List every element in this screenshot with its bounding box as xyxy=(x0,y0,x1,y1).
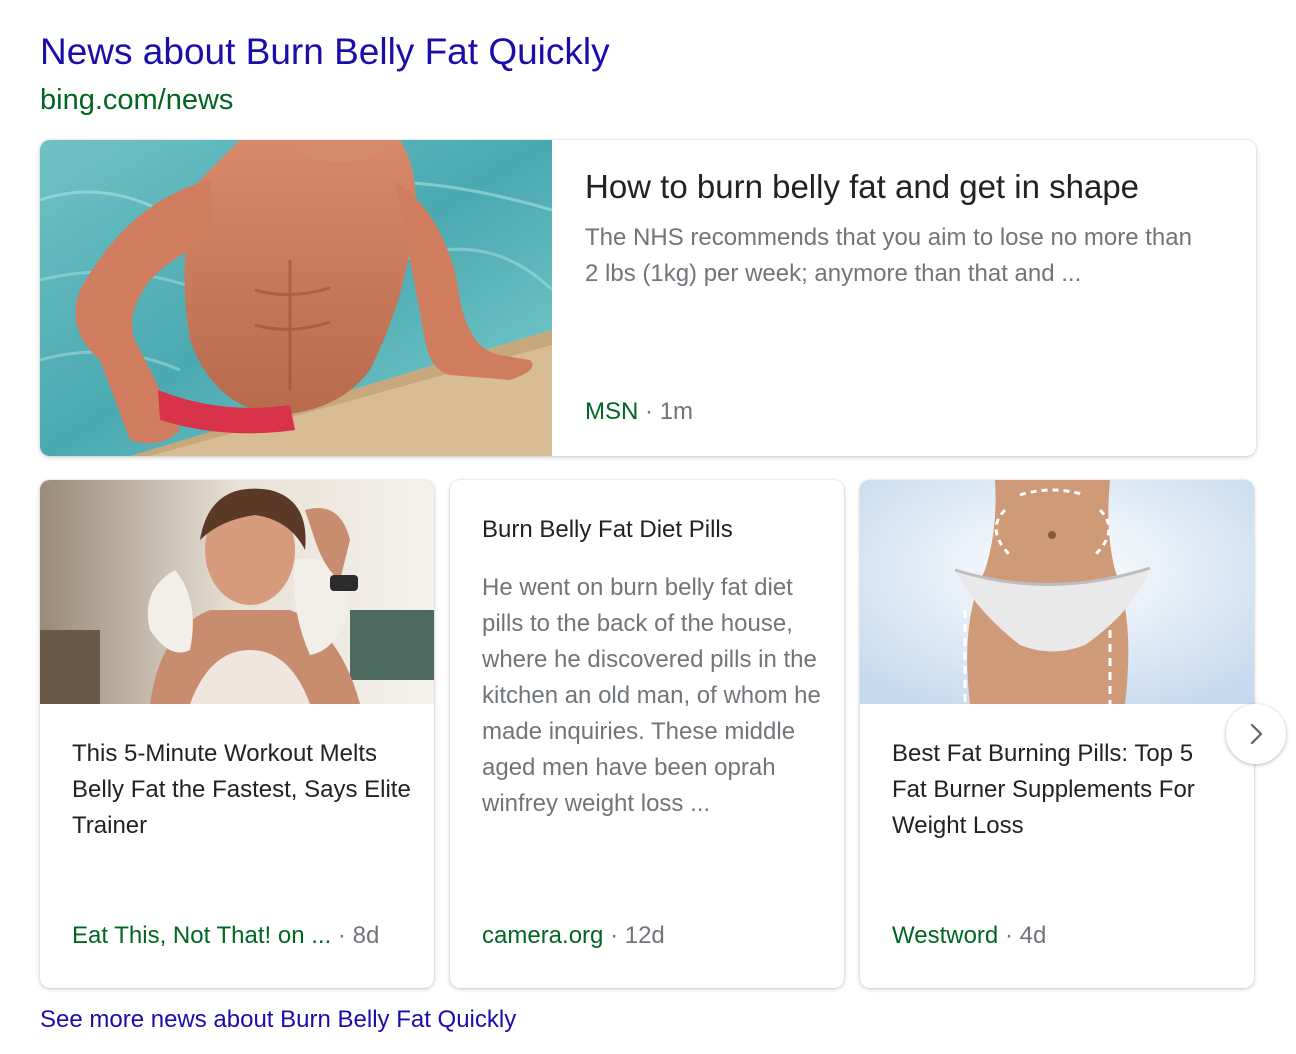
card-age: 8d xyxy=(352,922,380,949)
meta-separator: · xyxy=(1004,922,1013,949)
see-more-news-link[interactable]: See more news about Burn Belly Fat Quick… xyxy=(40,1004,516,1036)
card-meta: camera.org · 12d xyxy=(482,920,665,952)
news-card-workout[interactable]: This 5-Minute Workout Melts Belly Fat th… xyxy=(40,480,434,988)
card-meta: Eat This, Not That! on ... · 8d xyxy=(72,920,379,952)
card-title[interactable]: Best Fat Burning Pills: Top 5 Fat Burner… xyxy=(892,736,1232,844)
featured-title[interactable]: How to burn belly fat and get in shape xyxy=(585,166,1139,208)
news-card-fat-burner[interactable]: Best Fat Burning Pills: Top 5 Fat Burner… xyxy=(860,480,1254,988)
card-title[interactable]: Burn Belly Fat Diet Pills xyxy=(482,512,822,548)
featured-source: MSN xyxy=(585,398,639,425)
card-age: 12d xyxy=(624,922,665,949)
featured-age: 1m xyxy=(659,398,694,425)
meta-separator: · xyxy=(645,398,654,425)
card-age: 4d xyxy=(1019,922,1047,949)
card-meta: Westword · 4d xyxy=(892,920,1046,952)
waist-marked-photo[interactable] xyxy=(860,480,1254,704)
woman-towel-photo[interactable] xyxy=(40,480,434,704)
meta-separator: · xyxy=(337,922,346,949)
card-title[interactable]: This 5-Minute Workout Melts Belly Fat th… xyxy=(72,736,412,844)
news-carousel-section: News about Burn Belly Fat Quickly bing.c… xyxy=(0,0,1296,1054)
news-card-diet-pills[interactable]: Burn Belly Fat Diet Pills He went on bur… xyxy=(450,480,844,988)
card-source: Eat This, Not That! on ... xyxy=(72,922,332,949)
featured-snippet: The NHS recommends that you aim to lose … xyxy=(585,224,1192,287)
card-source: Westword xyxy=(892,922,999,949)
meta-separator: · xyxy=(610,922,619,949)
featured-news-card[interactable]: How to burn belly fat and get in shape T… xyxy=(40,140,1256,456)
section-title-link[interactable]: News about Burn Belly Fat Quickly xyxy=(40,30,610,74)
carousel-next-button[interactable] xyxy=(1226,704,1286,764)
card-snippet: He went on burn belly fat diet pills to … xyxy=(482,574,821,817)
card-source: camera.org xyxy=(482,922,604,949)
section-url: bing.com/news xyxy=(40,84,234,116)
swimmer-pool-photo[interactable] xyxy=(40,140,552,456)
chevron-right-icon xyxy=(1244,722,1268,746)
featured-meta: MSN · 1m xyxy=(585,396,693,428)
